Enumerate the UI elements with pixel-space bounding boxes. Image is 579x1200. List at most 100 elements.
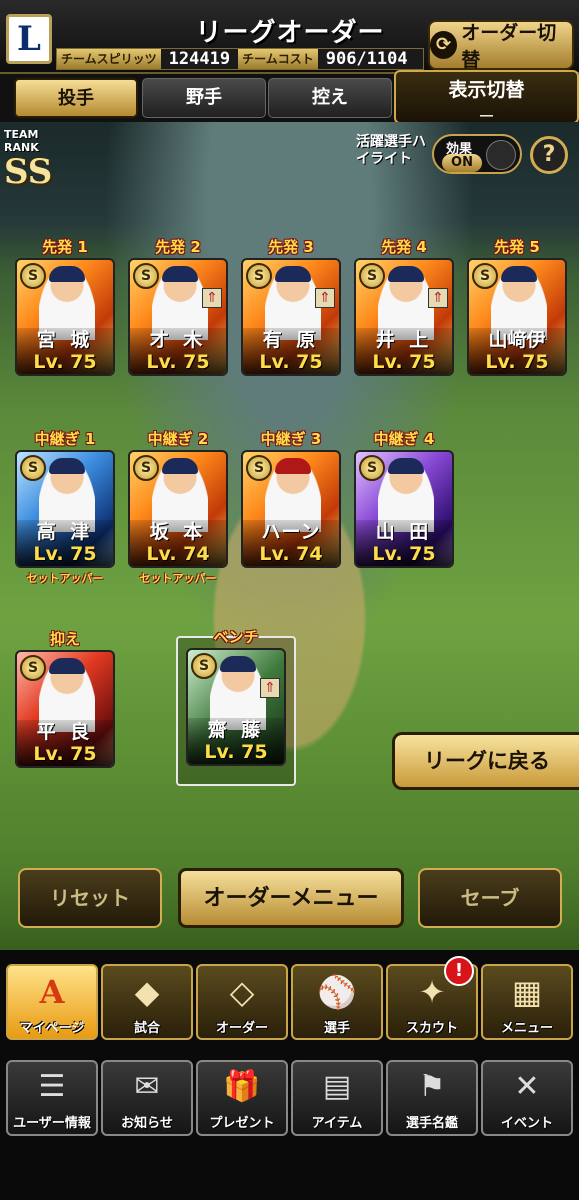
rank-s-badge-icon: S <box>472 263 498 289</box>
team-cost-label: チームコスト <box>238 49 318 69</box>
upgrade-arrow-icon: ⇑ <box>202 288 222 308</box>
tab-pitcher[interactable]: 投手 <box>14 78 138 118</box>
team-rank-value: SS <box>4 152 53 192</box>
player-card[interactable]: S 山 田 Lv. 75 <box>354 450 454 568</box>
team-rank-label: TEAM RANK <box>4 128 39 154</box>
player-name: 平 良 <box>36 721 94 743</box>
menu-mascot-icon: ▦ <box>511 973 543 1011</box>
player-level: Lv. 75 <box>33 351 97 373</box>
nav-label: 選手名鑑 <box>405 1116 458 1131</box>
player-level: Lv. 75 <box>372 543 436 565</box>
cap-icon <box>501 266 537 282</box>
player-level: Lv. 75 <box>33 743 97 765</box>
player-card[interactable]: S 山﨑伊 Lv. 75 <box>467 258 567 376</box>
order-menu-button[interactable]: オーダーメニュー <box>178 868 404 928</box>
slot-starter-5[interactable]: 先発 5 S 山﨑伊 Lv. 75 <box>464 236 570 376</box>
upgrade-arrow-icon: ⇑ <box>315 288 335 308</box>
team-logo: L <box>6 14 52 64</box>
nav-label: マイページ <box>19 1021 85 1036</box>
rank-s-badge-icon: S <box>20 455 46 481</box>
setup-man-tag: セットアッパー <box>26 572 104 585</box>
player-name: 齋 藤 <box>207 719 265 741</box>
user-card-icon: ☰ <box>38 1069 66 1104</box>
player-card[interactable]: S ⇑ 齋 藤 Lv. 75 <box>186 648 286 766</box>
page-title: リーグオーダー <box>195 18 385 48</box>
slot-starter-2[interactable]: 先発 2 S ⇑ 才 木 Lv. 75 <box>125 236 231 376</box>
team-stats-bar: チームスピリッツ 124419 チームコスト 906/1104 <box>56 48 424 70</box>
crossed-bats-icon: ✕ <box>514 1069 540 1104</box>
cap-icon <box>49 266 85 282</box>
slot-starter-1[interactable]: 先発 1 S 宮 城 Lv. 75 <box>12 236 118 376</box>
cap-icon <box>162 266 198 282</box>
nav-label: アイテム <box>311 1116 363 1131</box>
upgrade-arrow-icon: ⇑ <box>260 678 280 698</box>
reset-button[interactable]: リセット <box>18 868 162 928</box>
player-card[interactable]: S 坂 本 Lv. 74 <box>128 450 228 568</box>
rank-s-badge-icon: S <box>133 263 159 289</box>
cap-icon <box>162 458 198 474</box>
nav-players[interactable]: ⚾ 選手 <box>291 964 383 1040</box>
rank-s-badge-icon: S <box>359 263 385 289</box>
tab-fielder[interactable]: 野手 <box>142 78 266 118</box>
nav-items[interactable]: ▤ アイテム <box>291 1060 383 1136</box>
slot-middle-relief-1[interactable]: 中継ぎ 1 S 高 津 Lv. 75 セットアッパー <box>12 428 118 586</box>
slot-middle-relief-2[interactable]: 中継ぎ 2 S 坂 本 Lv. 74 セットアッパー <box>125 428 231 586</box>
header-bar: L リーグオーダー チームスピリッツ 124419 チームコスト 906/110… <box>0 0 579 74</box>
highlight-label: 活躍選手ハイライト <box>356 134 426 167</box>
back-to-league-button[interactable]: リーグに戻る <box>392 732 579 790</box>
nav-order[interactable]: ◇ オーダー <box>196 964 288 1040</box>
slot-role-label: 先発 3 <box>268 238 314 256</box>
nav-label: プレゼント <box>209 1116 275 1131</box>
rank-s-badge-icon: S <box>133 455 159 481</box>
notification-badge: ! <box>444 956 474 986</box>
nav-label: お知らせ <box>121 1116 173 1131</box>
setup-man-tag: セットアッパー <box>139 572 217 585</box>
player-level: Lv. 75 <box>204 741 268 763</box>
player-card[interactable]: S ⇑ 井 上 Lv. 75 <box>354 258 454 376</box>
player-name: ハーン <box>261 521 321 543</box>
nav-present[interactable]: 🎁 プレゼント <box>196 1060 288 1136</box>
save-button[interactable]: セーブ <box>418 868 562 928</box>
nav-match[interactable]: ◆ 試合 <box>101 964 193 1040</box>
player-level: Lv. 75 <box>485 351 549 373</box>
slot-middle-relief-4[interactable]: 中継ぎ 4 S 山 田 Lv. 75 <box>351 428 457 568</box>
slot-starter-3[interactable]: 先発 3 S ⇑ 有 原 Lv. 75 <box>238 236 344 376</box>
player-card[interactable]: S ⇑ 才 木 Lv. 75 <box>128 258 228 376</box>
nav-user-info[interactable]: ☰ ユーザー情報 <box>6 1060 98 1136</box>
player-directory-icon: ⚑ <box>418 1069 446 1104</box>
nav-menu[interactable]: ▦ メニュー <box>481 964 573 1040</box>
nav-mypage[interactable]: A マイページ <box>6 964 98 1040</box>
tab-reserve[interactable]: 控え <box>268 78 392 118</box>
player-card[interactable]: S 平 良 Lv. 75 <box>15 650 115 768</box>
rank-s-badge-icon: S <box>20 655 46 681</box>
nav-event[interactable]: ✕ イベント <box>481 1060 573 1136</box>
help-button[interactable]: ? <box>530 136 568 174</box>
order-switch-button[interactable]: ⟳ オーダー切替 <box>428 20 574 71</box>
player-card[interactable]: S ⇑ 有 原 Lv. 75 <box>241 258 341 376</box>
player-card[interactable]: S 宮 城 Lv. 75 <box>15 258 115 376</box>
effect-toggle[interactable]: 効果 ON <box>432 134 522 174</box>
player-card[interactable]: S 高 津 Lv. 75 <box>15 450 115 568</box>
slot-role-label: 先発 1 <box>42 238 88 256</box>
slot-bench[interactable]: ベンチ S ⇑ 齋 藤 Lv. 75 <box>183 626 289 766</box>
nav-label: イベント <box>500 1116 553 1131</box>
gift-icon: 🎁 <box>223 1069 261 1104</box>
player-level: Lv. 75 <box>146 351 210 373</box>
nav-news[interactable]: ✉ お知らせ <box>101 1060 193 1136</box>
player-card[interactable]: S ハーン Lv. 74 <box>241 450 341 568</box>
display-toggle-label: 表示切替 <box>448 79 525 101</box>
player-level: Lv. 75 <box>33 543 97 565</box>
cap-icon <box>49 658 85 674</box>
cap-icon <box>388 458 424 474</box>
slot-closer[interactable]: 抑え S 平 良 Lv. 75 <box>12 628 118 768</box>
slot-role-label: 先発 5 <box>494 238 540 256</box>
nav-label: 試合 <box>133 1021 160 1036</box>
toggle-knob <box>486 140 516 170</box>
slot-middle-relief-3[interactable]: 中継ぎ 3 S ハーン Lv. 74 <box>238 428 344 568</box>
nav-player-directory[interactable]: ⚑ 選手名鑑 <box>386 1060 478 1136</box>
display-toggle-button[interactable]: 表示切替 ー <box>394 70 579 126</box>
nav-label: スカウト <box>405 1021 458 1036</box>
slot-role-label: 抑え <box>49 630 80 648</box>
slot-role-label: 中継ぎ 2 <box>147 430 209 448</box>
slot-starter-4[interactable]: 先発 4 S ⇑ 井 上 Lv. 75 <box>351 236 457 376</box>
